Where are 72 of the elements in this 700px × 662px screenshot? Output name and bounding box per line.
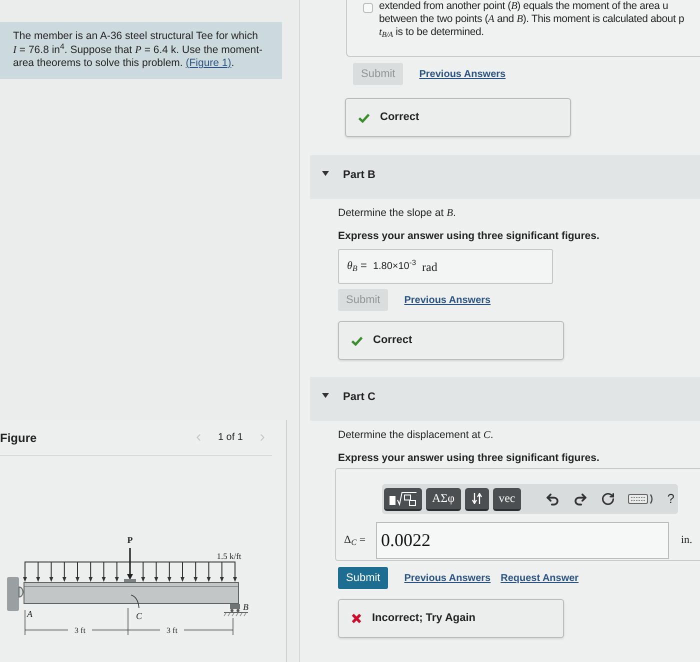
symbol-button[interactable]: vec xyxy=(492,488,522,510)
redo-button[interactable] xyxy=(573,492,588,506)
answer-value: 1.80×10$^{-3}$ xyxy=(372,259,416,274)
load-arrow xyxy=(102,562,106,582)
hint-text: t$_{B/A}$ is to be determined. xyxy=(379,26,485,39)
load-arrow xyxy=(233,562,237,582)
leader-line xyxy=(130,594,140,608)
point-label: C xyxy=(136,611,142,621)
extension-line xyxy=(232,618,234,636)
load-arrow xyxy=(23,562,27,582)
symbol-button[interactable]: ΑΣφ xyxy=(426,488,461,510)
part-header[interactable]: Part B xyxy=(310,155,700,199)
keyboard-icon xyxy=(628,493,654,505)
submit-button[interactable]: Submit xyxy=(338,567,388,589)
load-arrow xyxy=(167,562,172,582)
question-text: Determine the slope at B. xyxy=(338,207,457,220)
wall-support xyxy=(7,577,24,611)
load-arrow xyxy=(49,562,54,582)
square-icon xyxy=(363,3,373,13)
feedback-text: Correct xyxy=(380,110,420,126)
text-link[interactable]: Previous Answers xyxy=(404,570,491,586)
extension-line xyxy=(24,610,26,636)
load-intensity-label: 1.5 k/ft xyxy=(216,551,242,561)
point-label: A xyxy=(27,609,32,619)
figure-title: Figure xyxy=(0,430,37,446)
length-label: 3 ft xyxy=(74,626,86,635)
load-arrow xyxy=(141,562,146,582)
keyboard-button[interactable] xyxy=(628,493,654,505)
answer-unit: in. xyxy=(681,533,692,548)
text-link[interactable]: Request Answer xyxy=(500,570,579,586)
load-arrow xyxy=(88,562,93,582)
question-text: Determine the displacement at C. xyxy=(338,429,494,442)
load-arrow xyxy=(194,562,198,582)
template-button[interactable] xyxy=(384,488,422,510)
point-load-arrow xyxy=(124,548,136,582)
answer-label: Δ$_{C}$ = xyxy=(344,533,367,549)
load-arrow xyxy=(76,562,80,582)
redo-icon xyxy=(573,492,588,506)
part-header[interactable]: Part C xyxy=(310,377,700,421)
pager-text: 1 of 1 xyxy=(218,431,243,445)
length-label: 3 ft xyxy=(166,626,178,635)
load-arrow xyxy=(206,562,211,582)
load-arrow xyxy=(62,562,66,582)
point-label: B xyxy=(243,602,248,612)
undo-icon xyxy=(545,492,560,506)
arrow-up-down-icon xyxy=(472,492,482,504)
answer-input[interactable]: 0.0022 xyxy=(376,522,669,559)
figure-link[interactable]: (Figure 1) xyxy=(186,57,232,69)
undo-button[interactable] xyxy=(545,492,560,506)
arrows-button[interactable] xyxy=(464,488,489,510)
reset-button[interactable] xyxy=(601,492,616,506)
hint-text: extended from another point (B) equals the moment of the area u xyxy=(379,0,670,13)
feedback-text: Incorrect; Try Again xyxy=(372,611,476,626)
help-button[interactable]: ? xyxy=(667,489,674,509)
instruction-text: Express your answer using three significant figures. xyxy=(338,230,600,243)
load-arrow xyxy=(180,562,184,582)
load-label: P xyxy=(127,535,133,545)
problem-statement: The member is an A-36 steel structural Tee for which I = 76.8 in$^{4}$. Suppose that P = 6.4 k. Use the moment-area theorems to solve this problem. (Figure 1). xyxy=(13,30,263,70)
text-link[interactable]: Previous Answers xyxy=(419,66,506,82)
instruction-text: Express your answer using three significant figures. xyxy=(338,452,600,465)
load-arrow xyxy=(36,562,40,582)
hint-text: between the two points (A and B). This moment is calculated about p xyxy=(379,13,684,26)
roller-support xyxy=(224,604,248,616)
load-arrow xyxy=(114,562,119,582)
feedback-text: Correct xyxy=(373,333,412,348)
reset-icon xyxy=(601,492,616,506)
load-arrow xyxy=(154,562,158,582)
text-link[interactable]: Previous Answers xyxy=(404,292,491,308)
answer-label: θ$_{B}$ = xyxy=(347,259,367,275)
answer-unit: rad xyxy=(422,258,438,276)
template-icon xyxy=(389,490,417,506)
load-arrow xyxy=(220,562,224,582)
